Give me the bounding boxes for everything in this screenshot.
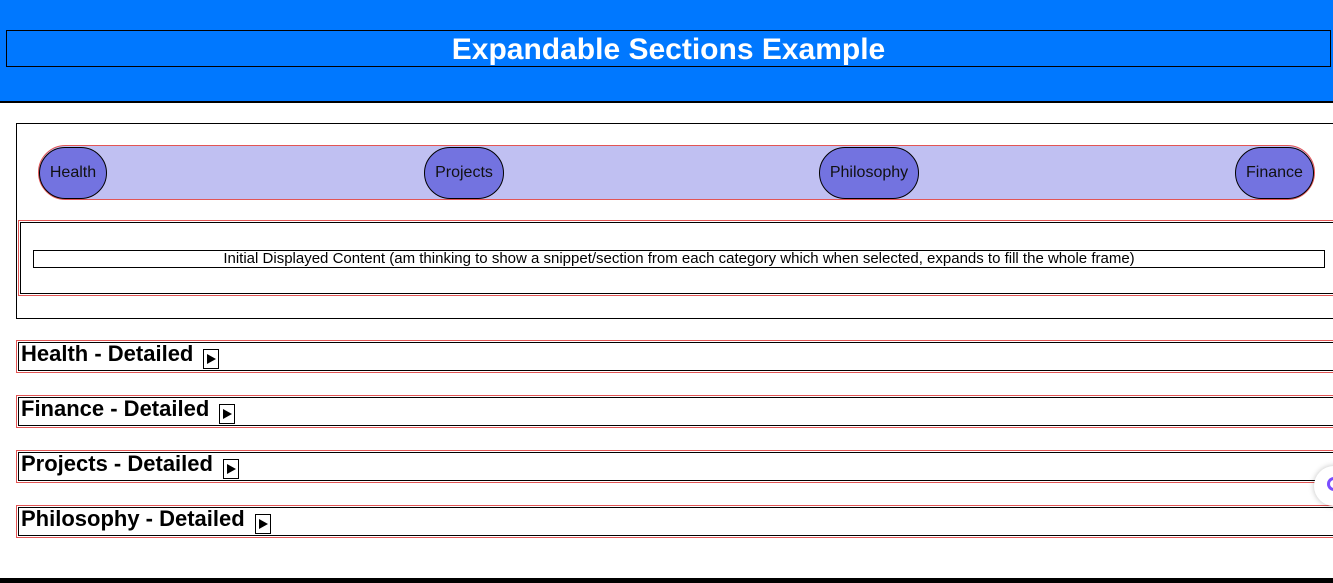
nav-button-health[interactable]: Health <box>39 146 107 199</box>
section-projects-detailed: Projects - Detailed <box>16 450 1333 483</box>
assistant-icon <box>1327 477 1333 491</box>
section-health-detailed: Health - Detailed <box>16 340 1333 373</box>
section-title: Health - Detailed <box>21 340 194 366</box>
nav-button-projects[interactable]: Projects <box>424 146 504 199</box>
play-triangle-icon[interactable] <box>203 348 220 369</box>
content-inner-frame: Initial Displayed Content (am thinking t… <box>20 222 1333 294</box>
play-triangle-icon[interactable] <box>219 403 236 424</box>
section-title: Finance - Detailed <box>21 395 210 421</box>
play-triangle-icon[interactable] <box>254 513 271 534</box>
section-title: Philosophy - Detailed <box>21 505 245 531</box>
nav-button-finance[interactable]: Finance <box>1235 146 1314 199</box>
section-finance-detailed: Finance - Detailed <box>16 395 1333 428</box>
content-display: Initial Displayed Content (am thinking t… <box>18 220 1333 296</box>
section-title: Projects - Detailed <box>21 450 213 476</box>
category-frame: Health Projects Philosophy Finance Initi… <box>16 123 1333 319</box>
section-header[interactable]: Health - Detailed <box>18 340 1333 371</box>
play-triangle-icon[interactable] <box>222 458 239 479</box>
initial-content-text: Initial Displayed Content (am thinking t… <box>33 250 1325 268</box>
section-philosophy-detailed: Philosophy - Detailed <box>16 505 1333 538</box>
section-header[interactable]: Philosophy - Detailed <box>18 505 1333 536</box>
section-header[interactable]: Projects - Detailed <box>18 450 1333 481</box>
bottom-divider <box>0 578 1333 583</box>
section-header[interactable]: Finance - Detailed <box>18 395 1333 426</box>
nav-button-philosophy[interactable]: Philosophy <box>819 146 919 199</box>
page-title: Expandable Sections Example <box>6 30 1331 67</box>
category-nav-bar: Health Projects Philosophy Finance <box>38 145 1315 200</box>
page-header: Expandable Sections Example <box>0 0 1333 103</box>
